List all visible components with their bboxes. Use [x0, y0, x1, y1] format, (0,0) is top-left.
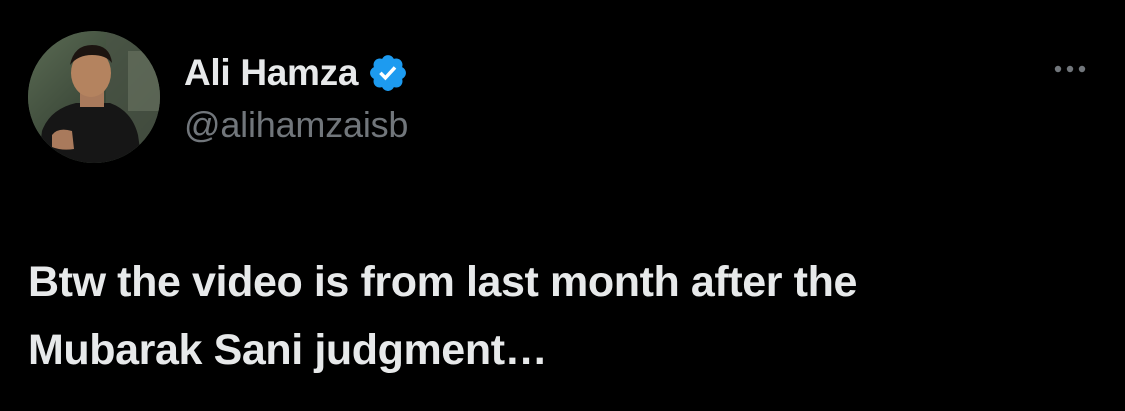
profile-photo-icon — [28, 31, 160, 163]
more-options-button[interactable] — [1046, 54, 1094, 84]
author-handle[interactable]: @alihamzaisb — [184, 104, 408, 146]
more-horizontal-icon — [1054, 65, 1086, 73]
tweet-text-line: Btw the video is from last month after t… — [28, 258, 857, 306]
tweet-text-line: Mubarak Sani judgment… — [28, 326, 548, 374]
author-display-name[interactable]: Ali Hamza — [184, 52, 358, 94]
verified-badge-icon[interactable] — [367, 52, 409, 94]
avatar[interactable] — [28, 31, 160, 163]
tweet-text: Btw the video is from last month after t… — [28, 248, 1098, 384]
author-name-row[interactable]: Ali Hamza — [184, 50, 409, 96]
tweet-card: Ali Hamza @alihamzaisb Btw the video is … — [0, 0, 1125, 411]
